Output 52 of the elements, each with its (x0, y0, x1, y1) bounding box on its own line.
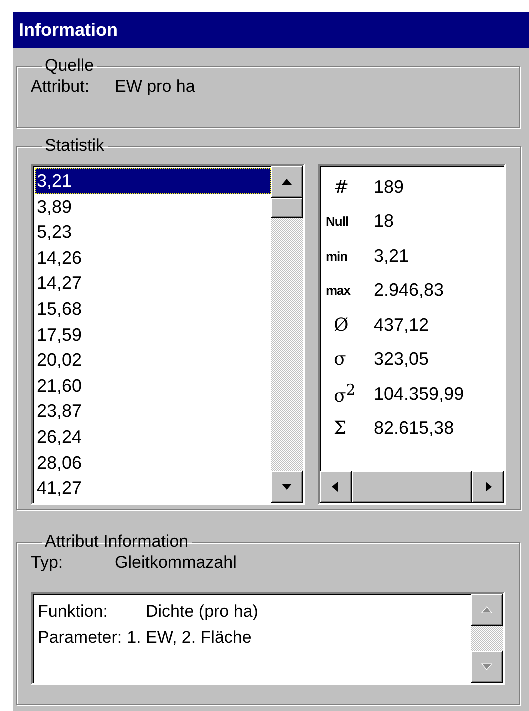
group-label: Attribut Information (44, 532, 190, 552)
statistic-symbol: Ø (333, 314, 349, 336)
field-value: Dichte (pro ha) (146, 601, 258, 623)
field-value: EW pro ha (115, 76, 196, 98)
statistic-symbol: Σ (333, 418, 347, 440)
list-item[interactable]: 28,06 (35, 450, 271, 476)
field-label: Typ: (31, 552, 64, 574)
statistic-value: 2.946,83 (374, 280, 446, 302)
list-item[interactable]: 20,02 (35, 347, 271, 373)
list-item[interactable]: 14,27 (35, 270, 271, 296)
statistic-value: 323,05 (374, 349, 430, 370)
scroll-right-button[interactable] (472, 471, 504, 503)
field-value: 1. EW, 2. Fläche (127, 627, 252, 649)
statistic-value: 3,21 (374, 246, 410, 267)
statistic-symbol: # (333, 176, 350, 198)
statistic-value: 437,12 (374, 314, 430, 336)
statistic-value: 82.615,38 (374, 418, 456, 440)
scroll-up-button[interactable] (271, 166, 303, 198)
value-list[interactable]: 3,21 3,89 5,23 14,26 14,27 15,68 17,59 20,02 21,60 23,87 26,24 28,06 41,27 (31, 164, 305, 505)
list-item[interactable]: 14,26 (35, 244, 271, 270)
statistic-symbol: σ (333, 349, 346, 370)
field-label: Attribut: (31, 76, 91, 98)
statistic-symbol: σ$^{2}$ (333, 381, 356, 408)
window-title: Information (13, 12, 529, 48)
field-label: Funktion: (38, 601, 109, 623)
statistic-symbol: min (326, 248, 348, 264)
list-item[interactable]: 15,68 (35, 296, 271, 322)
statistic-symbol: Null (326, 214, 349, 230)
list-item[interactable]: 17,59 (35, 322, 271, 348)
list-item[interactable]: 21,60 (35, 372, 271, 398)
scrollbar[interactable] (271, 166, 303, 503)
statistic-value: 18 (374, 211, 396, 232)
triangle-icon (481, 604, 493, 616)
scrollbar[interactable] (320, 471, 504, 503)
statistic-symbol: max (326, 283, 351, 298)
statistic-value: 189 (374, 176, 406, 198)
scroll-left-button[interactable] (320, 471, 352, 503)
field-label: Parameter: (38, 627, 122, 649)
group-label: Quelle (44, 56, 96, 76)
field-value: Gleitkommazahl (115, 552, 237, 574)
group-label: Statistik (44, 136, 106, 156)
list-item[interactable]: 3,21 (35, 168, 271, 194)
list-item[interactable]: 23,87 (35, 398, 271, 424)
scroll-thumb[interactable] (271, 198, 303, 218)
list-item[interactable]: 26,24 (35, 424, 271, 450)
list-item[interactable]: 41,27 (35, 475, 271, 501)
list-item[interactable]: 5,23 (35, 219, 271, 245)
list-item[interactable]: 3,89 (35, 194, 271, 220)
triangle-icon (481, 661, 493, 673)
scroll-down-button[interactable] (271, 471, 303, 503)
scroll-thumb[interactable] (352, 471, 472, 503)
statistic-value: 104.359,99 (374, 384, 466, 405)
